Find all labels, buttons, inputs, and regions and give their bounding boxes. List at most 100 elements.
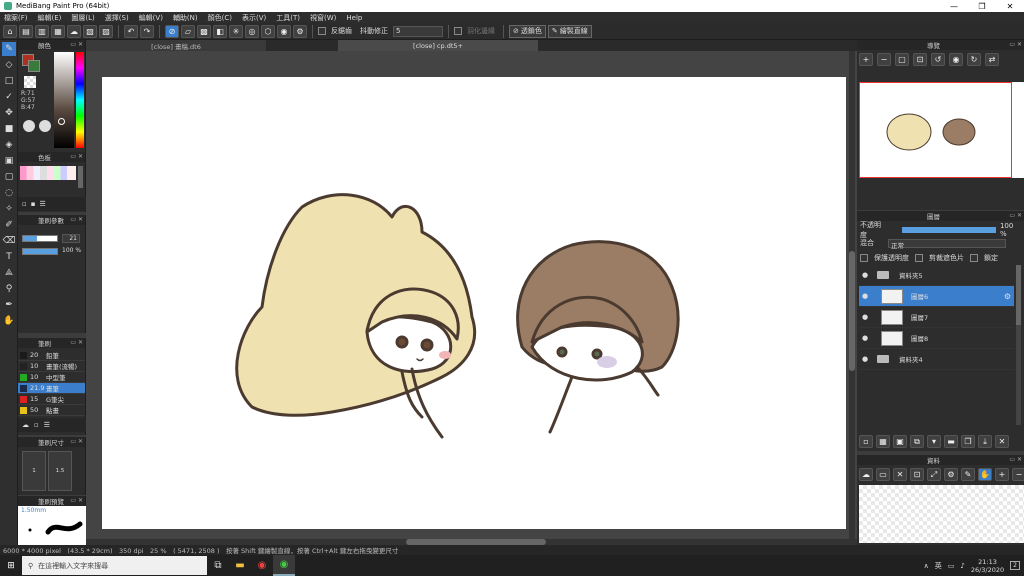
draw-line-button[interactable]: ✎ 繪製直線 — [547, 24, 592, 38]
curve-snap-icon[interactable]: ⬡ — [261, 24, 275, 38]
shape-tool-icon[interactable]: □ — [2, 74, 16, 88]
menu-tools[interactable]: 工具(T) — [276, 13, 300, 23]
panel-close-icon[interactable]: ▭ ✕ — [70, 216, 83, 223]
canvas-vertical-scrollbar[interactable] — [849, 51, 855, 545]
brush-row[interactable]: 21.9 畫筆 — [18, 383, 85, 394]
tab-document-1[interactable]: [close] 畫稿.dt6 — [86, 40, 266, 51]
color-wheel-icon[interactable] — [39, 120, 51, 132]
rotate-left-icon[interactable]: ↺ — [931, 53, 945, 66]
panel-close-icon[interactable]: ▭ ✕ — [70, 153, 83, 160]
visibility-eye-icon[interactable]: ● — [859, 313, 871, 321]
brush-row[interactable]: 10 畫筆(流暢) — [18, 361, 85, 372]
size-slider[interactable] — [22, 235, 58, 242]
cloud-icon[interactable]: ☁ — [67, 24, 81, 38]
size-cell-1[interactable]: 1 — [22, 451, 46, 491]
layer-folder-row[interactable]: ● 資料夾4 — [859, 349, 1014, 370]
material-pen-icon[interactable]: ✎ — [961, 468, 975, 481]
select-pen-icon[interactable]: ✐ — [2, 218, 16, 232]
clipping-checkbox[interactable] — [915, 254, 923, 262]
brush-menu-icon[interactable]: ☰ — [44, 421, 50, 429]
menu-edit2[interactable]: 編輯(V) — [139, 13, 163, 23]
brush-row[interactable]: 50 點畫 — [18, 405, 85, 416]
menu-layer[interactable]: 圖層(L) — [71, 13, 94, 23]
visibility-eye-icon[interactable]: ● — [859, 355, 871, 363]
copy-layer-icon[interactable]: ❐ — [961, 435, 975, 448]
fill-rect-tool-icon[interactable]: ■ — [2, 122, 16, 136]
menu-help[interactable]: Help — [346, 14, 362, 22]
lasso-tool-icon[interactable]: ◌ — [2, 186, 16, 200]
panel-close-icon[interactable]: ▭ ✕ — [70, 497, 83, 504]
visibility-eye-icon[interactable]: ● — [859, 271, 871, 279]
merge-down-icon[interactable]: ⤓ — [978, 435, 992, 448]
material-cloud-icon[interactable]: ☁ — [859, 468, 873, 481]
canvas-area[interactable] — [86, 51, 857, 545]
panel-close-icon[interactable]: ▭ ✕ — [1009, 41, 1022, 48]
new-layer-icon[interactable]: ▫ — [859, 435, 873, 448]
hand-tool-icon[interactable]: ✋ — [2, 314, 16, 328]
menu-view[interactable]: 表示(V) — [242, 13, 266, 23]
ime-indicator[interactable]: 英 — [935, 561, 942, 571]
magic-wand-icon[interactable]: ✧ — [2, 202, 16, 216]
antialias-checkbox[interactable] — [318, 27, 326, 35]
layer-folder-row[interactable]: ● 資料夾5 — [859, 265, 1014, 286]
clock[interactable]: 21:13 26/3/2020 — [971, 558, 1004, 574]
brush-row[interactable]: 15 G筆尖 — [18, 394, 85, 405]
brush-row[interactable]: 10 中型筆 — [18, 372, 85, 383]
layer-opacity-slider[interactable] — [901, 226, 996, 233]
transparency-protect-button[interactable]: ⊘ 透鎖色 — [509, 24, 546, 38]
parallel-snap-icon[interactable]: ▱ — [181, 24, 195, 38]
new-8bit-layer-icon[interactable]: ▣ — [893, 435, 907, 448]
vanish-snap-icon[interactable]: ◧ — [213, 24, 227, 38]
layer-settings-icon[interactable]: ⚙ — [1004, 292, 1011, 301]
material-delete-icon[interactable]: ✕ — [893, 468, 907, 481]
taskbar-search[interactable]: ⚲ 在這裡輸入文字來搜尋 — [22, 556, 207, 575]
minimize-button[interactable]: — — [940, 0, 968, 12]
material-settings-icon[interactable]: ⚙ — [944, 468, 958, 481]
brush-row[interactable]: 20 鉛筆 — [18, 350, 85, 361]
bg-color-swatch[interactable] — [28, 60, 40, 72]
tab-document-2[interactable]: [close] cp.dt5+ — [338, 40, 538, 51]
cross-snap-icon[interactable]: ▩ — [197, 24, 211, 38]
divide-tool-icon[interactable]: ⟁ — [2, 266, 16, 280]
size-cell-2[interactable]: 1.5 — [48, 451, 72, 491]
sv-cursor[interactable] — [58, 118, 65, 125]
undo-icon[interactable]: ↶ — [124, 24, 138, 38]
protect-alpha-checkbox[interactable] — [860, 254, 868, 262]
rotate-right-icon[interactable]: ↻ — [967, 53, 981, 66]
panel-close-icon[interactable]: ▭ ✕ — [70, 438, 83, 445]
new-folder-icon[interactable]: ▬ — [944, 435, 958, 448]
file-explorer-icon[interactable]: ▬ — [229, 555, 251, 576]
hue-slider[interactable] — [76, 52, 84, 148]
eyedropper-icon[interactable]: ⚲ — [2, 282, 16, 296]
pen-tool-icon[interactable]: ✒ — [2, 298, 16, 312]
redo-icon[interactable]: ↷ — [140, 24, 154, 38]
sv-picker[interactable] — [54, 52, 74, 148]
navigator-preview[interactable] — [859, 82, 1024, 178]
duplicate-layer-icon[interactable]: ⧉ — [910, 435, 924, 448]
layer-list-scrollbar[interactable] — [1016, 265, 1021, 425]
navigator-viewport[interactable] — [859, 82, 1012, 178]
select-eraser-icon[interactable]: ⌫ — [2, 234, 16, 248]
add-page-icon[interactable]: ▫ — [22, 200, 27, 208]
notification-icon[interactable]: 2 — [1010, 561, 1020, 570]
size-value[interactable]: 21 — [62, 234, 80, 243]
menu-file[interactable]: 檔案(F) — [4, 13, 28, 23]
windows-start-icon[interactable]: ⊞ — [0, 555, 22, 576]
palette-swatches[interactable] — [20, 166, 76, 180]
maximize-button[interactable]: ❐ — [968, 0, 996, 12]
menu-select[interactable]: 選擇(S) — [105, 13, 129, 23]
open-icon[interactable]: ▥ — [35, 24, 49, 38]
material-hand-icon[interactable]: ✋ — [978, 468, 992, 481]
chrome-icon[interactable]: ◉ — [251, 555, 273, 576]
opacity-slider[interactable] — [22, 248, 58, 255]
brush-tool-icon[interactable]: ✎ — [2, 42, 16, 56]
menu-assist[interactable]: 輔助(N) — [173, 13, 198, 23]
tray-up-icon[interactable]: ∧ — [924, 562, 929, 570]
zoom-out-icon[interactable]: − — [877, 53, 891, 66]
fit-icon[interactable]: ▢ — [895, 53, 909, 66]
menu-color[interactable]: 顏色(C) — [208, 13, 232, 23]
layer-scroll-thumb[interactable] — [1016, 265, 1021, 325]
vertical-scroll-thumb[interactable] — [849, 251, 855, 371]
rect-select-icon[interactable]: ▢ — [2, 170, 16, 184]
snap-settings-icon[interactable]: ⚙ — [293, 24, 307, 38]
